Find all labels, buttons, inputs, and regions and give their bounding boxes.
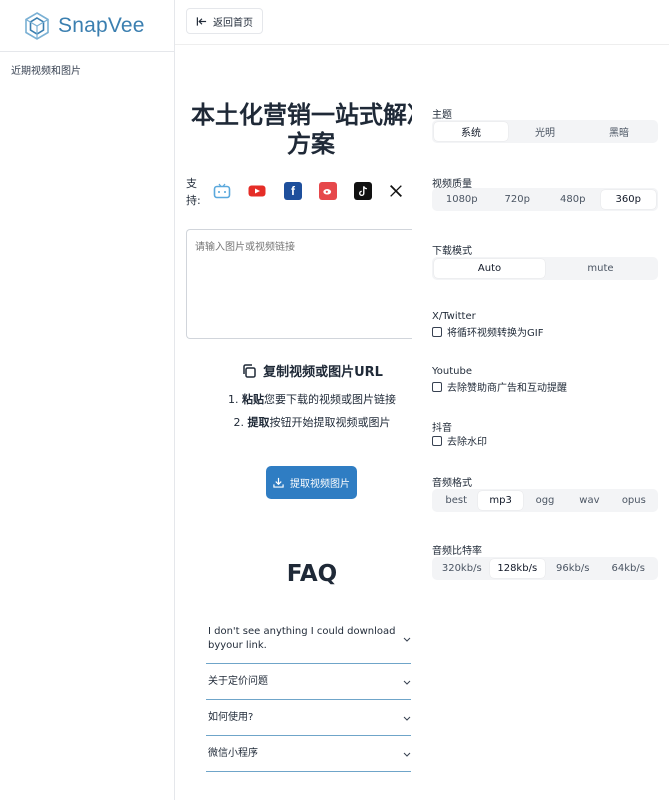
format-option-ogg[interactable]: ogg — [523, 491, 567, 510]
checkbox-box[interactable] — [432, 381, 442, 392]
step-keyword: 粘贴 — [242, 393, 264, 406]
top-bar: 返回首页 — [175, 0, 669, 45]
extract-button[interactable]: 提取视频图片 — [266, 466, 357, 499]
douyin-label: 抖音 — [432, 423, 452, 434]
facebook-icon: f — [284, 182, 302, 200]
format-option-wav[interactable]: wav — [567, 491, 611, 510]
youtube-icon — [248, 182, 266, 200]
mode-option-mute[interactable]: mute — [545, 259, 656, 278]
twitter-gif-label: 将循环视频转换为GIF — [447, 328, 544, 339]
twitter-gif-checkbox[interactable]: 将循环视频转换为GIF — [432, 324, 543, 339]
back-home-button[interactable]: 返回首页 — [186, 8, 263, 34]
mode-option-auto[interactable]: Auto — [434, 259, 545, 278]
main-content: 本土化营销一站式解决方案 支持: f 请输入图片或视频链接 复制视频或图片URL… — [186, 45, 412, 800]
copy-url-heading-text: 复制视频或图片URL — [263, 365, 383, 380]
download-icon — [273, 477, 284, 488]
format-option-best[interactable]: best — [434, 491, 478, 510]
audio-format-label: 音频格式 — [432, 478, 472, 489]
url-input[interactable] — [186, 229, 412, 339]
supported-platforms: 支持: f — [186, 175, 412, 209]
quality-option-720p[interactable]: 720p — [490, 190, 546, 209]
bitrate-option-64[interactable]: 64kb/s — [601, 559, 657, 578]
faq-item[interactable]: 如何使用? — [206, 700, 411, 736]
quality-option-360p[interactable]: 360p — [600, 190, 656, 209]
download-mode-selector: Auto mute — [432, 257, 658, 280]
faq-question: 关于定价问题 — [208, 676, 268, 687]
format-option-mp3[interactable]: mp3 — [478, 491, 523, 510]
faq-question: I don't see anything I could download by… — [208, 626, 396, 651]
douyin-watermark-label: 去除水印 — [447, 437, 487, 448]
step-paste: 1. 粘贴您要下载的视频或图片链接 — [186, 391, 438, 407]
douyin-watermark-checkbox[interactable]: 去除水印 — [432, 433, 487, 448]
audio-format-selector: best mp3 ogg wav opus — [432, 489, 658, 512]
quality-option-480p[interactable]: 480p — [545, 190, 601, 209]
step-text: 按钮开始提取视频或图片 — [269, 416, 391, 429]
faq-title: FAQ — [286, 561, 338, 587]
chevron-down-icon — [403, 752, 411, 757]
recent-media-label: 近期视频和图片 — [11, 66, 81, 77]
theme-option-light[interactable]: 光明 — [508, 122, 582, 141]
weibo-icon — [319, 182, 337, 200]
youtube-sponsor-checkbox[interactable]: 去除赞助商广告和互动提醒 — [432, 379, 567, 394]
checkbox-box[interactable] — [432, 435, 442, 446]
brand-logo[interactable]: SnapVee — [0, 0, 174, 52]
bilibili-icon — [213, 182, 231, 200]
download-mode-label: 下载模式 — [432, 246, 472, 257]
audio-bitrate-label: 音频比特率 — [432, 546, 482, 557]
youtube-sponsor-label: 去除赞助商广告和互动提醒 — [447, 383, 567, 394]
bitrate-option-96[interactable]: 96kb/s — [545, 559, 601, 578]
faq-item[interactable]: 关于定价问题 — [206, 664, 411, 700]
page-title: 本土化营销一站式解决方案 — [191, 101, 412, 158]
tiktok-icon — [354, 182, 372, 200]
support-label: 支持: — [186, 177, 201, 207]
chevron-down-icon — [403, 716, 411, 721]
quality-option-1080p[interactable]: 1080p — [434, 190, 490, 209]
copy-url-heading: 复制视频或图片URL — [186, 361, 438, 380]
bitrate-option-128[interactable]: 128kb/s — [489, 559, 545, 578]
theme-option-system[interactable]: 系统 — [434, 122, 508, 141]
step-number: 2. — [233, 416, 245, 429]
chevron-down-icon — [403, 680, 411, 685]
twitter-label: X/Twitter — [432, 311, 476, 322]
theme-label: 主题 — [432, 110, 452, 121]
faq-item[interactable]: I don't see anything I could download by… — [206, 619, 411, 664]
format-option-opus[interactable]: opus — [612, 491, 656, 510]
back-home-label: 返回首页 — [213, 17, 253, 29]
brand-name: SnapVee — [58, 13, 145, 37]
extract-button-label: 提取视频图片 — [290, 479, 350, 490]
bitrate-option-320[interactable]: 320kb/s — [434, 559, 490, 578]
audio-bitrate-selector: 320kb/s 128kb/s 96kb/s 64kb/s — [432, 557, 658, 580]
faq-item[interactable]: 微信小程序 — [206, 736, 411, 772]
faq-question: 如何使用? — [208, 712, 254, 723]
checkbox-box[interactable] — [432, 326, 442, 337]
theme-option-dark[interactable]: 黑暗 — [582, 122, 656, 141]
video-quality-selector: 1080p 720p 480p 360p — [432, 188, 658, 211]
theme-selector: 系统 光明 黑暗 — [432, 120, 658, 143]
hero-title-wrap: 本土化营销一站式解决方案 — [186, 101, 412, 163]
x-icon — [387, 182, 405, 200]
step-keyword: 提取 — [247, 416, 270, 429]
sidebar: SnapVee 近期视频和图片 — [0, 0, 175, 800]
faq-question: 微信小程序 — [208, 748, 258, 759]
step-text: 您要下载的视频或图片链接 — [264, 393, 396, 406]
step-number: 1. — [228, 393, 239, 406]
step-extract: 2. 提取按钮开始提取视频或图片 — [186, 414, 438, 430]
snapvee-logo-icon — [25, 11, 49, 40]
chevron-down-icon — [403, 637, 411, 642]
back-arrow-icon — [196, 16, 207, 26]
copy-icon — [243, 363, 256, 378]
youtube-label: Youtube — [432, 366, 472, 377]
